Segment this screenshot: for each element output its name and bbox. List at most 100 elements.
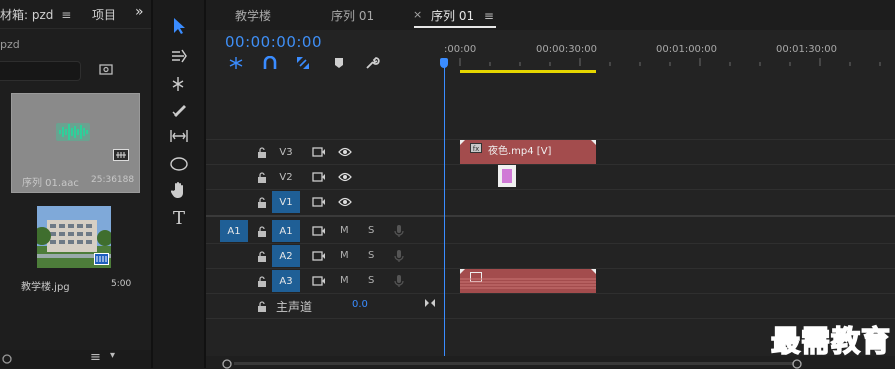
sync-lock-icon[interactable] [312,197,326,207]
solo-button[interactable]: S [368,250,374,261]
sync-lock-icon[interactable] [312,147,326,157]
zoom-slider-icon[interactable] [0,354,14,364]
tab-close-icon[interactable]: × [413,8,422,21]
work-area-bar[interactable] [460,70,596,73]
active-tab-underline [414,26,496,28]
track-label-targeted[interactable]: A3 [272,270,300,292]
project-tabbar: 材箱: pzd ≡ 项目 » [0,0,152,29]
tab-sequence-01[interactable]: 序列 01 [331,7,374,24]
microphone-icon[interactable] [394,274,404,288]
lock-icon[interactable] [257,251,267,262]
list-view-icon[interactable]: ≡ [90,350,101,365]
track-label-targeted[interactable]: A1 [272,220,300,242]
razor-tool[interactable] [165,98,193,122]
add-marker-icon[interactable] [331,56,347,70]
audio-clip-A3[interactable] [460,269,596,293]
project-search-input[interactable] [0,61,81,81]
wrench-settings-icon[interactable] [364,56,380,70]
track-label[interactable]: V3 [272,141,300,163]
video-audio-divider [206,215,895,217]
hand-tool[interactable] [165,178,193,202]
tab-sequence-building[interactable]: 教学楼 [235,7,271,24]
project-item-image[interactable] [33,206,113,268]
video-clip-night[interactable]: fx 夜色.mp4 [V] [460,140,596,164]
lock-icon[interactable] [257,172,267,183]
razor-icon [172,105,186,117]
mute-button[interactable]: M [340,225,349,236]
svg-text:fx: fx [473,145,480,153]
ruler-label: 00:01:30:00 [776,44,838,55]
audio-waveform [460,278,596,289]
selection-tool[interactable] [165,14,193,38]
type-tool[interactable]: T [165,206,193,230]
audio-type-badge-icon [113,149,129,161]
track-header-V2: V2 [206,165,444,189]
still-image-badge-icon [94,253,109,265]
lock-icon[interactable] [257,197,267,208]
playhead-handle[interactable] [440,58,448,68]
sync-lock-icon[interactable] [312,276,326,286]
project-item-audio[interactable]: 序列 01.aac 25:36188 [11,93,140,193]
track-header-V3: V3 [206,140,444,164]
graphic-clip-fill [502,169,512,183]
mute-button[interactable]: M [340,275,349,286]
sync-lock-icon[interactable] [312,251,326,261]
eye-icon[interactable] [338,197,352,207]
time-ruler[interactable]: :00:00 00:00:30:00 00:01:00:00 00:01:30:… [444,36,895,72]
playhead-timecode[interactable]: 00:00:00:00 [225,33,322,51]
tab-media-bin[interactable]: 材箱: pzd ≡ [0,6,71,23]
item-name: 序列 01.aac [22,178,79,189]
track-label[interactable]: V2 [272,166,300,188]
slip-tool[interactable] [165,124,193,148]
tab-project[interactable]: 项目 [92,6,116,23]
project-bin-name: pzd [0,38,20,51]
ripple-edit-tool[interactable] [165,72,193,96]
lock-icon[interactable] [257,301,267,312]
microphone-icon[interactable] [394,224,404,238]
item-duration: 5:00 [111,279,132,289]
new-bin-icon[interactable] [99,63,113,75]
linked-selection-icon[interactable] [295,56,311,70]
lock-icon[interactable] [257,147,267,158]
go-to-in-out-icon[interactable] [424,298,436,308]
playhead-line[interactable] [444,64,445,364]
snap-magnet-icon[interactable] [262,56,278,70]
sort-icon[interactable]: ▾ [110,350,115,361]
ruler-label: :00:00 [444,44,477,55]
nest-sequence-icon[interactable] [228,56,244,70]
lock-icon[interactable] [257,276,267,287]
ellipse-tool[interactable] [165,152,193,176]
solo-button[interactable]: S [368,275,374,286]
master-volume-value[interactable]: 0.0 [352,299,368,310]
ruler-label: 00:00:30:00 [536,44,598,55]
lock-icon[interactable] [257,226,267,237]
ripple-edit-icon [172,77,184,91]
tab-menu-icon[interactable]: ≡ [484,9,494,23]
slip-icon [170,130,188,142]
source-patch-A1[interactable]: A1 [220,220,248,242]
clip-corner-marker [460,140,465,145]
hand-icon [171,182,183,198]
track-header-master: 主声道 0.0 [206,294,444,318]
eye-icon[interactable] [338,172,352,182]
sync-lock-icon[interactable] [312,172,326,182]
track-select-tool[interactable] [165,44,193,68]
tab-sequence-01-active[interactable]: 序列 01 ≡ [431,7,494,24]
mute-button[interactable]: M [340,250,349,261]
tab-menu-icon[interactable]: ≡ [61,8,71,22]
tool-stack: T [165,14,193,244]
more-panels-icon[interactable]: » [135,4,144,20]
scroll-thumb[interactable] [234,362,794,365]
track-label-targeted[interactable]: V1 [272,191,300,213]
clip-corner-marker [591,140,596,145]
track-select-icon [172,49,187,63]
track-label-targeted[interactable]: A2 [272,245,300,267]
solo-button[interactable]: S [368,225,374,236]
eye-icon[interactable] [338,147,352,157]
graphic-clip-V2[interactable] [498,165,516,187]
track-header-A3: A3 M S [206,269,444,293]
fx-badge-icon: fx [470,143,482,153]
ruler-ticks [459,58,881,66]
sync-lock-icon[interactable] [312,226,326,236]
microphone-icon[interactable] [394,249,404,263]
